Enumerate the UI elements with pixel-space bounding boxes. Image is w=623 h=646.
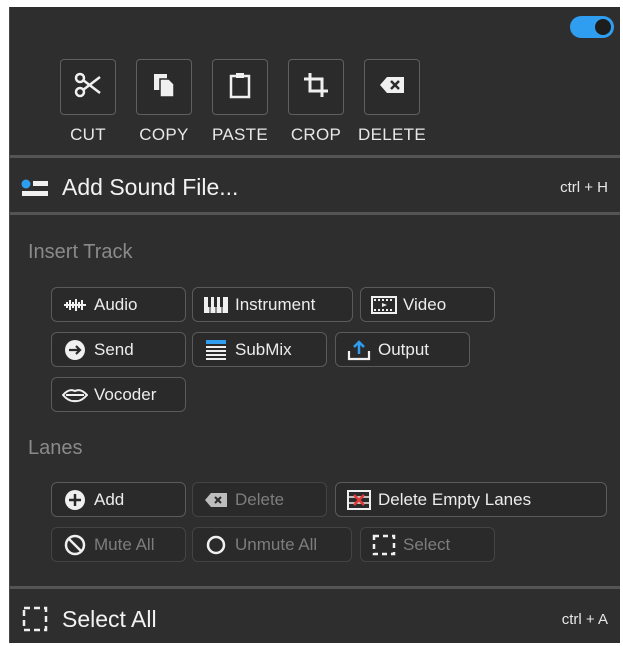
- submix-icon: [203, 339, 229, 360]
- waveform-icon: [62, 295, 88, 315]
- film-icon: [371, 295, 397, 315]
- scissors-icon: [73, 70, 103, 105]
- divider: [10, 212, 620, 215]
- toggle-knob: [595, 19, 611, 35]
- select-lanes-label: Select: [403, 534, 451, 554]
- unmute-all-button[interactable]: Unmute All: [192, 527, 352, 562]
- sound-file-icon: [20, 172, 50, 202]
- delete-lane-button[interactable]: Delete: [192, 482, 327, 517]
- cut-button[interactable]: [60, 59, 116, 115]
- add-sound-file-label: Add Sound File...: [62, 173, 239, 200]
- insert-track-title: Insert Track: [28, 241, 133, 263]
- send-arrow-icon: [62, 339, 88, 360]
- divider: [10, 586, 620, 589]
- unmute-all-label: Unmute All: [235, 534, 318, 554]
- crop-label: CROP: [290, 125, 342, 144]
- delete-empty-lanes-label: Delete Empty Lanes: [378, 489, 532, 509]
- delete-tool[interactable]: DELETE: [354, 59, 430, 145]
- circle-icon: [203, 535, 229, 555]
- add-sound-file-item[interactable]: Add Sound File... ctrl + H: [10, 161, 620, 213]
- panel-toggle[interactable]: [570, 16, 614, 38]
- add-lane-label: Add: [94, 489, 125, 509]
- output-label: Output: [378, 339, 430, 359]
- divider: [10, 155, 620, 158]
- paste-button[interactable]: [212, 59, 268, 115]
- backspace-icon: [203, 490, 229, 510]
- no-sign-icon: [62, 534, 88, 555]
- copy-tool[interactable]: COPY: [126, 59, 202, 145]
- insert-output-button[interactable]: Output: [335, 332, 470, 367]
- upload-icon: [346, 339, 372, 360]
- mute-all-label: Mute All: [94, 534, 155, 554]
- audio-label: Audio: [94, 294, 138, 314]
- selection-icon: [371, 534, 397, 555]
- vocoder-label: Vocoder: [94, 384, 157, 404]
- insert-vocoder-button[interactable]: Vocoder: [51, 377, 186, 412]
- edit-toolbar: CUT COPY PASTE CROP DELETE: [50, 59, 430, 145]
- delete-label: DELETE: [358, 125, 426, 144]
- add-lane-button[interactable]: Add: [51, 482, 186, 517]
- select-all-label: Select All: [62, 605, 157, 632]
- delete-button[interactable]: [364, 59, 420, 115]
- add-sound-file-shortcut: ctrl + H: [560, 178, 608, 196]
- crop-button[interactable]: [288, 59, 344, 115]
- insert-video-button[interactable]: Video: [360, 287, 495, 322]
- plus-circle-icon: [62, 489, 88, 510]
- delete-empty-lanes-button[interactable]: Delete Empty Lanes: [335, 482, 607, 517]
- piano-keys-icon: [203, 295, 229, 315]
- select-all-shortcut: ctrl + A: [561, 610, 608, 628]
- insert-audio-button[interactable]: Audio: [51, 287, 186, 322]
- cut-label: CUT: [70, 125, 106, 144]
- insert-instrument-button[interactable]: Instrument: [192, 287, 353, 322]
- insert-submix-button[interactable]: SubMix: [192, 332, 327, 367]
- insert-send-button[interactable]: Send: [51, 332, 186, 367]
- instrument-label: Instrument: [235, 294, 316, 314]
- paste-label: PASTE: [212, 125, 268, 144]
- copy-button[interactable]: [136, 59, 192, 115]
- copy-label: COPY: [139, 125, 189, 144]
- selection-icon: [20, 604, 50, 634]
- select-lanes-button[interactable]: Select: [360, 527, 495, 562]
- video-label: Video: [403, 294, 447, 314]
- clipboard-icon: [225, 70, 255, 105]
- delete-empty-lanes-icon: [346, 489, 372, 510]
- edit-menu-panel: CUT COPY PASTE CROP DELETE Add Sound Fil…: [9, 7, 620, 643]
- select-all-item[interactable]: Select All ctrl + A: [10, 593, 620, 645]
- crop-tool[interactable]: CROP: [278, 59, 354, 145]
- paste-tool[interactable]: PASTE: [202, 59, 278, 145]
- lanes-title: Lanes: [28, 437, 83, 459]
- lips-icon: [62, 385, 88, 405]
- send-label: Send: [94, 339, 134, 359]
- submix-label: SubMix: [235, 339, 292, 359]
- crop-icon: [301, 70, 331, 105]
- copy-icon: [149, 70, 179, 105]
- delete-lane-label: Delete: [235, 489, 285, 509]
- mute-all-button[interactable]: Mute All: [51, 527, 186, 562]
- backspace-icon: [377, 70, 407, 105]
- cut-tool[interactable]: CUT: [50, 59, 126, 145]
